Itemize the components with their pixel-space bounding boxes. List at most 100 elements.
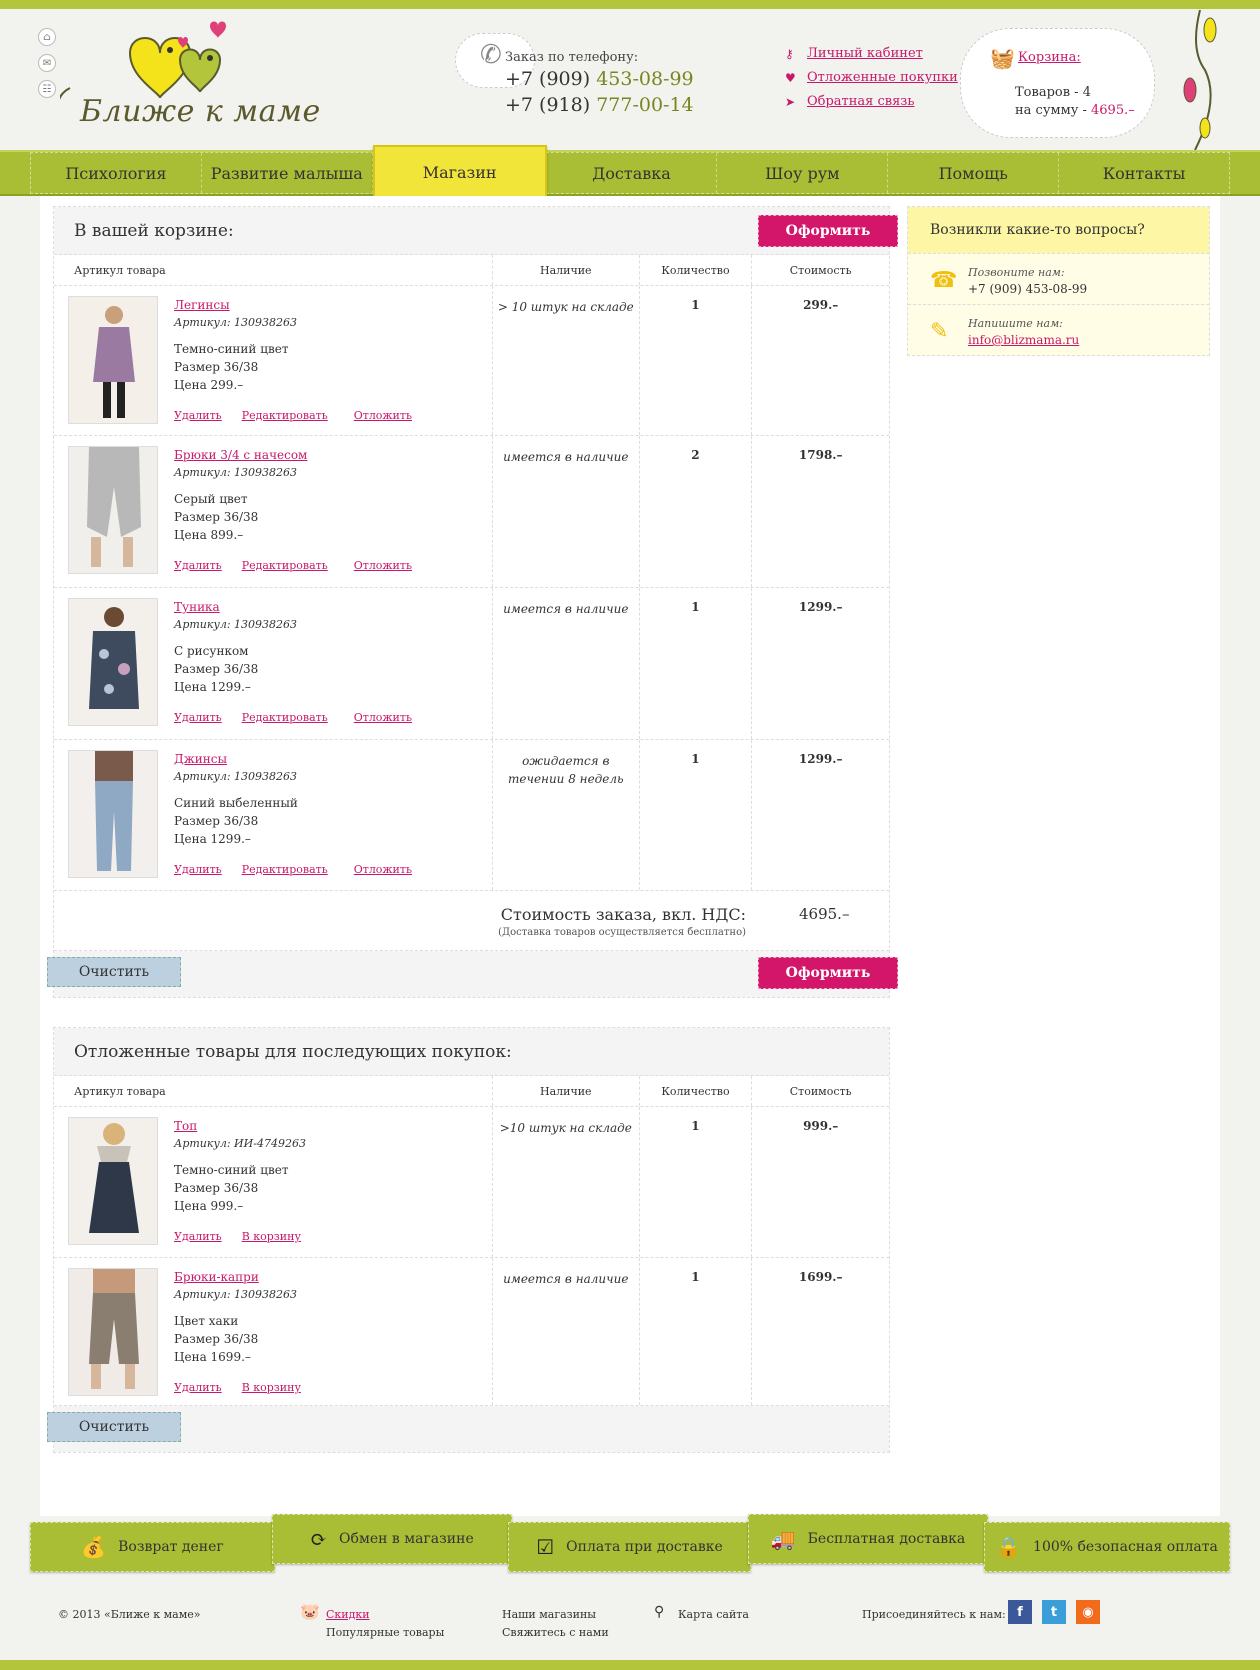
defer-link[interactable]: Отложить: [354, 559, 412, 572]
col-availability: Наличие: [493, 1076, 640, 1106]
delete-link[interactable]: Удалить: [174, 1230, 222, 1243]
product-cell: Топ Артикул: ИИ-4749263 Темно-синий цвет…: [54, 1107, 493, 1257]
footer-discounts-link[interactable]: Скидки: [326, 1608, 370, 1621]
nav-item-help[interactable]: Помощь: [888, 153, 1060, 193]
delete-link[interactable]: Удалить: [174, 1381, 222, 1394]
product-info: Туника Артикул: 130938263 С рисунком Раз…: [174, 598, 297, 696]
to-cart-link[interactable]: В корзину: [242, 1230, 301, 1243]
cart-footer: Очистить Оформить: [47, 951, 898, 997]
deferred-link-row[interactable]: ♥ Отложенные покупки: [785, 70, 958, 85]
home-icon[interactable]: ⌂: [38, 28, 56, 46]
delete-link[interactable]: Удалить: [174, 863, 222, 876]
product-article: Артикул: 130938263: [174, 768, 298, 786]
product-color: Цвет хаки: [174, 1314, 239, 1328]
edit-link[interactable]: Редактировать: [242, 559, 328, 572]
product-info: Легинсы Артикул: 130938263 Темно-синий ц…: [174, 296, 297, 394]
footer-popular-link[interactable]: Популярные товары: [326, 1626, 444, 1639]
feedback-link[interactable]: Обратная связь: [807, 94, 914, 109]
phone-1[interactable]: +7 (909) 453-08-99: [505, 68, 694, 90]
product-name-link[interactable]: Туника: [174, 600, 220, 614]
product-info: Брюки 3/4 с начесом Артикул: 130938263 С…: [174, 446, 307, 544]
banner-cash-on-delivery[interactable]: ☑ Оплата при доставке: [508, 1522, 751, 1572]
copyright: © 2013 «Ближе к маме»: [58, 1608, 201, 1621]
product-article: Артикул: 130938263: [174, 1286, 297, 1304]
nav-item-psychology[interactable]: Психология: [31, 153, 202, 193]
banner-exchange[interactable]: ⟳ Обмен в магазине: [272, 1514, 512, 1564]
personal-account-link[interactable]: Личный кабинет: [807, 46, 923, 61]
quantity-cell[interactable]: 1: [640, 740, 753, 890]
sitemap-icon[interactable]: ☷: [38, 80, 56, 98]
delete-link[interactable]: Удалить: [174, 559, 222, 572]
product-name-link[interactable]: Брюки-капри: [174, 1270, 259, 1284]
product-cell: Джинсы Артикул: 130938263 Синий выбеленн…: [54, 740, 493, 890]
defer-link[interactable]: Отложить: [354, 409, 412, 422]
twitter-icon[interactable]: t: [1042, 1600, 1066, 1624]
help-call-row: ☎ Позвоните нам: +7 (909) 453-08-99: [908, 253, 1209, 304]
availability-cell: > 10 штук на складе: [493, 286, 640, 435]
article-value: 130938263: [234, 770, 298, 783]
checkout-button-top[interactable]: Оформить: [758, 215, 898, 247]
quantity-cell: 1: [640, 1258, 753, 1405]
personal-account-link-row[interactable]: ⚷ Личный кабинет: [785, 46, 958, 61]
order-total-note: (Доставка товаров осуществляется бесплат…: [498, 927, 746, 938]
product-image[interactable]: [68, 1117, 158, 1245]
product-name-link[interactable]: Джинсы: [174, 752, 227, 766]
footer-sitemap-link[interactable]: Карта сайта: [678, 1608, 749, 1621]
rss-icon[interactable]: ◉: [1076, 1600, 1100, 1624]
order-total-value: 4695.–: [799, 905, 850, 923]
order-total-label: Стоимость заказа, вкл. НДС:: [500, 905, 746, 924]
clear-cart-button[interactable]: Очистить: [47, 957, 181, 987]
product-name-link[interactable]: Топ: [174, 1119, 197, 1133]
facebook-icon[interactable]: f: [1008, 1600, 1032, 1624]
edit-link[interactable]: Редактировать: [242, 711, 328, 724]
to-cart-link[interactable]: В корзину: [242, 1381, 301, 1394]
product-image[interactable]: [68, 598, 158, 726]
article-label: Артикул:: [174, 466, 231, 479]
nav-item-baby-development[interactable]: Развитие малыша: [202, 153, 373, 193]
banner-label: Бесплатная доставка: [807, 1531, 966, 1547]
footer-contact-link[interactable]: Свяжитесь с нами: [502, 1626, 609, 1639]
product-name-link[interactable]: Брюки 3/4 с начесом: [174, 448, 307, 462]
delete-link[interactable]: Удалить: [174, 409, 222, 422]
product-actions: Удалить В корзину: [174, 1230, 301, 1243]
product-article: Артикул: 130938263: [174, 314, 297, 332]
header-cart[interactable]: 🧺 Корзина: Товаров - 4 на сумму - 4695.–: [960, 28, 1160, 138]
nav-item-delivery[interactable]: Доставка: [547, 153, 718, 193]
footer-stores-link[interactable]: Наши магазины: [502, 1608, 596, 1621]
product-unit-price: Цена 1699.–: [174, 1350, 251, 1364]
cart-link[interactable]: Корзина:: [1018, 50, 1081, 65]
product-color: Темно-синий цвет: [174, 1163, 289, 1177]
nav-item-contacts[interactable]: Контакты: [1059, 153, 1229, 193]
nav-item-showroom[interactable]: Шоу рум: [717, 153, 889, 193]
product-image[interactable]: [68, 1268, 158, 1396]
phone-2[interactable]: +7 (918) 777-00-14: [505, 94, 694, 116]
product-name-link[interactable]: Легинсы: [174, 298, 230, 312]
clear-deferred-button[interactable]: Очистить: [47, 1412, 181, 1442]
edit-link[interactable]: Редактировать: [242, 409, 328, 422]
banner-money-back[interactable]: 💰 Возврат денег: [30, 1522, 275, 1572]
logo[interactable]: Ближе к маме: [56, 18, 320, 138]
delete-link[interactable]: Удалить: [174, 711, 222, 724]
product-cell: Брюки-капри Артикул: 130938263 Цвет хаки…: [54, 1258, 493, 1405]
mail-icon[interactable]: ✉: [38, 54, 56, 72]
cart-sum: 4695.–: [1091, 103, 1135, 118]
defer-link[interactable]: Отложить: [354, 863, 412, 876]
quantity-cell[interactable]: 2: [640, 436, 753, 587]
product-image[interactable]: [68, 750, 158, 878]
help-email-link[interactable]: info@blizmama.ru: [968, 333, 1079, 347]
edit-link[interactable]: Редактировать: [242, 863, 328, 876]
defer-link[interactable]: Отложить: [354, 711, 412, 724]
quantity-cell[interactable]: 1: [640, 286, 753, 435]
product-image[interactable]: [68, 296, 158, 424]
nav-item-shop[interactable]: Магазин: [372, 145, 547, 199]
quantity-cell[interactable]: 1: [640, 588, 753, 739]
deferred-purchases-link[interactable]: Отложенные покупки: [807, 70, 958, 85]
feedback-link-row[interactable]: ➤ Обратная связь: [785, 94, 958, 109]
checkout-button-bottom[interactable]: Оформить: [758, 957, 898, 989]
banner-secure-payment[interactable]: 🔒 100% безопасная оплата: [984, 1522, 1230, 1572]
product-image[interactable]: [68, 446, 158, 574]
phone-icon: ☎: [930, 268, 958, 293]
phone-1-number: 453-08-99: [596, 68, 694, 90]
banner-free-delivery[interactable]: 🚚 Бесплатная доставка: [748, 1514, 988, 1564]
piggy-bank-icon: 🐷: [300, 1602, 320, 1621]
